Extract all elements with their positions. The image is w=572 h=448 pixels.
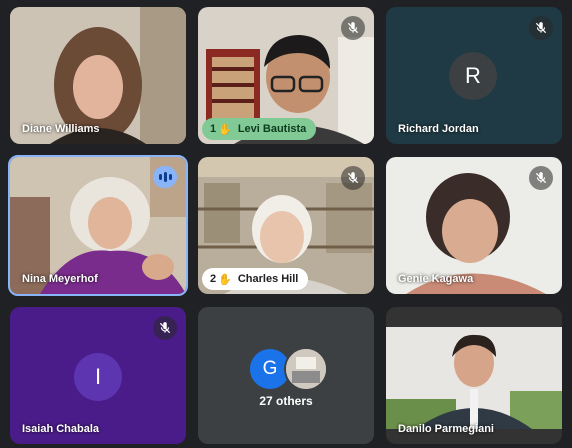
audio-level-icon xyxy=(153,166,177,188)
participant-name: Levi Bautista xyxy=(237,123,307,135)
raised-hand-badge: 2 ✋ Charles Hill xyxy=(202,268,309,290)
participant-tile-diane-williams[interactable]: Diane Williams xyxy=(10,7,186,144)
participant-name: Charles Hill xyxy=(237,273,299,285)
participant-tile-levi-bautista[interactable]: 1 ✋ Levi Bautista xyxy=(198,7,374,144)
avatar-thumbnail xyxy=(284,347,328,391)
participant-name: Diane Williams xyxy=(22,123,100,135)
raised-hand-icon: ✋ xyxy=(218,123,232,136)
others-count-label: 27 others xyxy=(259,394,313,408)
raised-hand-icon: ✋ xyxy=(218,273,232,286)
avatar-letter: R xyxy=(465,63,481,88)
mic-off-icon xyxy=(341,166,365,190)
participant-name: Nina Meyerhof xyxy=(22,273,98,285)
avatar: R xyxy=(449,52,497,100)
participant-tile-richard-jordan[interactable]: R Richard Jordan xyxy=(386,7,562,144)
participant-tile-nina-meyerhof[interactable]: Nina Meyerhof xyxy=(8,155,188,296)
avatar-letter: I xyxy=(94,364,102,389)
participant-name: Genie Kagawa xyxy=(398,273,474,285)
raised-hand-order: 2 xyxy=(210,273,217,285)
avatar: I xyxy=(74,353,122,401)
avatar-letter: G xyxy=(262,358,278,379)
participant-tile-charles-hill[interactable]: 2 ✋ Charles Hill xyxy=(198,157,374,294)
participant-tile-isaiah-chabala[interactable]: I Isaiah Chabala xyxy=(10,307,186,444)
mic-off-icon xyxy=(153,316,177,340)
participant-name: Isaiah Chabala xyxy=(22,423,100,435)
participant-tile-danilo-parmegiani[interactable]: Danilo Parmegiani xyxy=(386,307,562,444)
participant-name: Danilo Parmegiani xyxy=(398,423,494,435)
participant-tile-genie-kagawa[interactable]: Genie Kagawa xyxy=(386,157,562,294)
mic-off-icon xyxy=(529,16,553,40)
raised-hand-badge: 1 ✋ Levi Bautista xyxy=(202,118,317,140)
raised-hand-order: 1 xyxy=(210,123,217,135)
participant-name: Richard Jordan xyxy=(398,123,479,135)
others-tile[interactable]: G 27 others xyxy=(198,307,374,444)
mic-off-icon xyxy=(341,16,365,40)
mic-off-icon xyxy=(529,166,553,190)
